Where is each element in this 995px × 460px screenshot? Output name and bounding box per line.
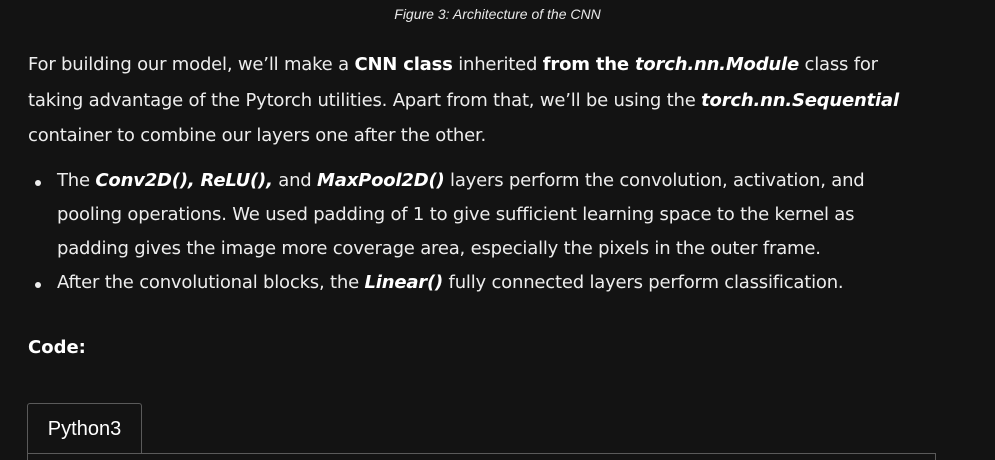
code-tab-python3[interactable]: Python3 xyxy=(27,403,142,453)
bullet-list: The Conv2D(), ReLU(), and MaxPool2D() la… xyxy=(28,164,928,300)
figure-caption: Figure 3: Architecture of the CNN xyxy=(394,6,601,22)
bullet-code-linear: Linear() xyxy=(364,272,444,293)
list-item: The Conv2D(), ReLU(), and MaxPool2D() la… xyxy=(28,164,928,266)
intro-bold-cnn-class: CNN class xyxy=(354,54,453,75)
intro-text: For building our model, we’ll make a xyxy=(28,54,355,75)
list-item: After the convolutional blocks, the Line… xyxy=(28,266,928,300)
intro-paragraph: For building our model, we’ll make a CNN… xyxy=(28,47,938,154)
bullet-text: fully connected layers perform classific… xyxy=(443,272,844,293)
code-heading: Code: xyxy=(28,337,86,358)
bullet-text: The xyxy=(57,170,96,191)
intro-code-sequential: torch.nn.Sequential xyxy=(701,89,899,111)
bullet-code-maxpool: MaxPool2D() xyxy=(317,170,445,191)
bullet-text: and xyxy=(272,170,318,191)
bullet-text: After the convolutional blocks, the xyxy=(57,272,365,293)
intro-code-module: torch.nn.Module xyxy=(634,54,799,75)
intro-text: container to combine our layers one afte… xyxy=(28,125,487,146)
bullet-code-layers: Conv2D(), ReLU(), xyxy=(95,170,273,191)
intro-bold-from-the: from the xyxy=(542,54,635,75)
intro-text: inherited xyxy=(452,54,543,75)
code-block xyxy=(27,453,936,460)
